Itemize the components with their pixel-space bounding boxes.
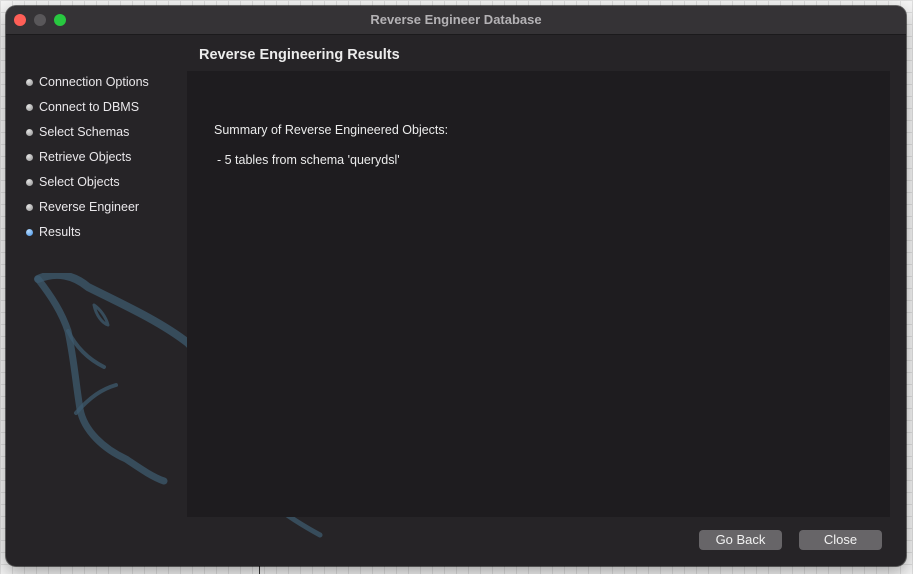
step-bullet-icon [26,179,33,186]
summary-heading: Summary of Reverse Engineered Objects: [214,123,449,137]
current-step-bullet-icon [26,229,33,236]
wizard-step-select-schemas: Select Schemas [6,120,149,145]
wizard-steps-sidebar: Connection Options Connect to DBMS Selec… [6,35,323,538]
wizard-step-list: Connection Options Connect to DBMS Selec… [6,70,149,245]
wizard-step-retrieve-objects: Retrieve Objects [6,145,149,170]
reverse-engineer-window: Reverse Engineer Database Connection Opt… [6,6,906,566]
step-label: Results [39,225,81,239]
step-label: Select Schemas [39,125,130,139]
step-bullet-icon [26,154,33,161]
step-bullet-icon [26,104,33,111]
wizard-step-select-objects: Select Objects [6,170,149,195]
step-label: Reverse Engineer [39,200,140,214]
window-title: Reverse Engineer Database [370,12,542,27]
go-back-button[interactable]: Go Back [699,530,782,550]
step-bullet-icon [26,79,33,86]
title-bar[interactable]: Reverse Engineer Database [6,6,906,35]
step-label: Connect to DBMS [39,100,140,114]
step-label: Connection Options [39,75,149,89]
wizard-step-results: Results [6,220,149,245]
step-bullet-icon [26,204,33,211]
step-bullet-icon [26,129,33,136]
results-panel: Summary of Reverse Engineered Objects: -… [187,71,890,517]
wizard-step-connection-options: Connection Options [6,70,149,95]
summary-item: - 5 tables from schema 'querydsl' [217,153,400,167]
step-label: Retrieve Objects [39,150,132,164]
wizard-step-reverse-engineer: Reverse Engineer [6,195,149,220]
close-button[interactable]: Close [799,530,882,550]
wizard-step-connect-to-dbms: Connect to DBMS [6,95,149,120]
step-label: Select Objects [39,175,120,189]
page-title: Reverse Engineering Results [199,47,400,63]
